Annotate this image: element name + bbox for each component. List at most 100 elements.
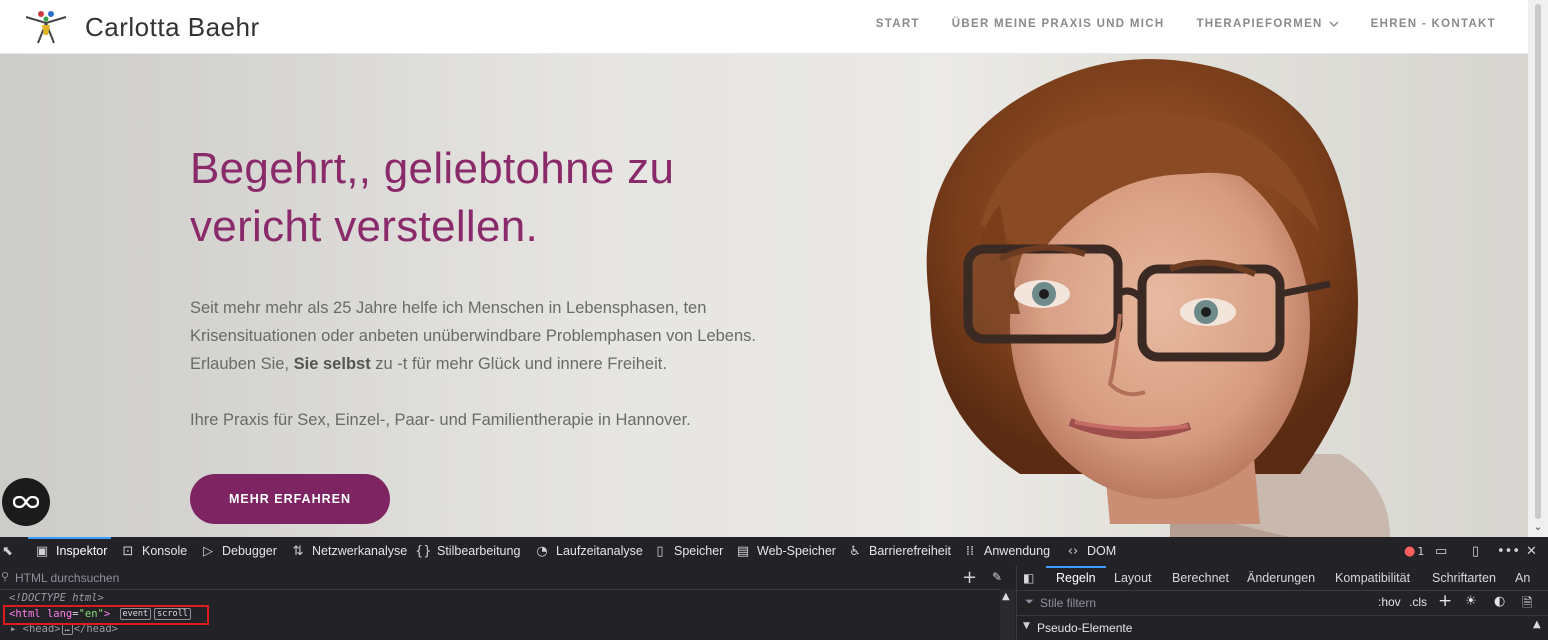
tab-debugger[interactable]: ▷ Debugger xyxy=(200,537,277,565)
dock-side-icon[interactable]: ▯ xyxy=(1472,537,1479,565)
tab-anwendung-label: Anwendung xyxy=(984,544,1051,558)
eyedropper-icon[interactable]: ✎ xyxy=(992,570,1002,584)
hero-intro-line3-post: zu -t für mehr Glück und innere Freiheit… xyxy=(370,355,667,373)
tab-netzwerkanalyse[interactable]: ⇅ Netzwerkanalyse xyxy=(290,537,408,565)
nav-therapieformen[interactable]: THERAPIEFORMEN xyxy=(1196,18,1339,30)
hero-title-line1: Begehrt,, geliebtohne zu xyxy=(190,144,675,193)
light-mode-icon[interactable]: ☀ xyxy=(1465,594,1477,609)
tab-more[interactable]: An xyxy=(1515,566,1530,590)
infinity-icon xyxy=(13,495,39,509)
hero-practice-paragraph: Ihre Praxis für Sex, Einzel-, Paar- und … xyxy=(190,411,691,429)
network-icon: ⇅ xyxy=(292,543,304,559)
more-options-icon[interactable]: ••• xyxy=(1497,537,1520,565)
scroll-down-arrow-icon[interactable]: ⌄ xyxy=(1532,521,1544,533)
tab-stilbearbeitung[interactable]: {} Stilbearbeitung xyxy=(415,537,520,565)
main-nav: START ÜBER MEINE PRAXIS UND MICH THERAPI… xyxy=(876,18,1496,30)
html-search-input[interactable]: HTML durchsuchen xyxy=(15,571,119,585)
site-name[interactable]: Carlotta Baehr xyxy=(85,12,260,43)
add-rule-icon[interactable]: + xyxy=(1438,591,1452,611)
markup-scrollbar[interactable]: ▲ xyxy=(1000,589,1015,640)
dom-icon: ‹› xyxy=(1067,543,1079,559)
hov-toggle[interactable]: :hov xyxy=(1378,595,1401,609)
page-scrollbar[interactable]: ⌄ xyxy=(1528,0,1548,537)
styles-filter-row: ⏷ Stile filtern :hov .cls + ☀ ◐ 🗎 xyxy=(1017,591,1548,616)
tab-konsole[interactable]: ⊡ Konsole xyxy=(120,537,188,565)
hero-intro-line2: Krisensituationen oder anbeten unüberwin… xyxy=(190,327,756,345)
tab-inspektor-label: Inspektor xyxy=(56,544,108,558)
close-icon[interactable]: ✕ xyxy=(1526,537,1537,565)
hero-intro-line3-bold: Sie selbst xyxy=(293,355,371,373)
rules-tabs: ◧ Regeln Layout Berechnet Änderungen Kom… xyxy=(1017,566,1548,591)
expand-down-icon: ▼ xyxy=(1023,621,1030,631)
hero-title-line2: vericht verstellen. xyxy=(190,202,539,251)
element-picker-icon[interactable]: ⬉ xyxy=(2,537,13,565)
tab-barrierefreiheit[interactable]: ♿ Barrierefreiheit xyxy=(847,537,951,565)
tab-inspektor[interactable]: ▣ Inspektor xyxy=(27,537,112,565)
performance-icon: ◔ xyxy=(536,543,548,559)
storage-icon: ▤ xyxy=(736,543,750,559)
devtools-panel: ⬉ ▣ Inspektor ⊡ Konsole ▷ Debugger ⇅ Netzwer… xyxy=(0,537,1548,640)
rules-scroll-up-icon[interactable]: ▲ xyxy=(1533,619,1541,630)
print-media-icon[interactable]: 🗎 xyxy=(1522,594,1532,616)
nav-start[interactable]: START xyxy=(876,18,920,30)
tab-barrierefreiheit-label: Barrierefreiheit xyxy=(869,544,951,558)
annotation-highlight-box xyxy=(3,605,209,625)
scroll-up-icon[interactable]: ▲ xyxy=(1002,591,1010,602)
chevron-down-icon xyxy=(1329,21,1339,27)
tab-laufzeitanalyse[interactable]: ◔ Laufzeitanalyse xyxy=(534,537,643,565)
memory-icon: ▯ xyxy=(656,543,664,559)
tab-web-speicher-label: Web-Speicher xyxy=(757,544,836,558)
accessibility-widget-button[interactable] xyxy=(2,478,50,526)
tab-kompatibilitaet[interactable]: Kompatibilität xyxy=(1335,566,1410,590)
tab-aenderungen[interactable]: Änderungen xyxy=(1247,566,1315,590)
tab-stilbearbeitung-label: Stilbearbeitung xyxy=(437,544,521,558)
error-icon: ● xyxy=(1404,543,1416,559)
tab-layout[interactable]: Layout xyxy=(1114,566,1152,590)
tab-speicher-label: Speicher xyxy=(674,544,724,558)
nav-ueber-mich[interactable]: ÜBER MEINE PRAXIS UND MICH xyxy=(952,18,1165,30)
pseudo-elements-label: Pseudo-Elemente xyxy=(1037,621,1133,635)
tab-berechnet[interactable]: Berechnet xyxy=(1172,566,1229,590)
error-indicator[interactable]: ● 1 xyxy=(1404,537,1424,565)
tab-konsole-label: Konsole xyxy=(142,544,188,558)
tab-anwendung[interactable]: ⁞⁞ Anwendung xyxy=(962,537,1050,565)
inspector-icon: ▣ xyxy=(35,543,49,559)
error-count: 1 xyxy=(1417,544,1425,558)
mehr-erfahren-button[interactable]: MEHR ERFAHREN xyxy=(190,474,390,524)
website-viewport: Begehrt,, geliebtohne zu vericht verstel… xyxy=(0,0,1528,537)
tab-dom-label: DOM xyxy=(1087,544,1117,558)
tab-web-speicher[interactable]: ▤ Web-Speicher xyxy=(735,537,836,565)
accessibility-icon: ♿ xyxy=(849,543,861,559)
devtools-toolbar: ⬉ ▣ Inspektor ⊡ Konsole ▷ Debugger ⇅ Netzwer… xyxy=(0,537,1548,567)
search-icon: ⚲ xyxy=(1,570,10,583)
doctype-line[interactable]: <!DOCTYPE html> xyxy=(9,592,104,604)
dark-mode-icon[interactable]: ◐ xyxy=(1494,594,1505,609)
add-node-icon[interactable]: + xyxy=(962,567,977,588)
filter-icon: ⏷ xyxy=(1025,595,1034,608)
cls-toggle[interactable]: .cls xyxy=(1409,595,1427,609)
hero-intro-line1: Seit mehr mehr als 25 Jahre helfe ich Me… xyxy=(190,299,707,317)
nav-kontakt[interactable]: EHREN - KONTAKT xyxy=(1371,18,1496,30)
application-icon: ⁞⁞ xyxy=(965,543,975,559)
tab-laufzeitanalyse-label: Laufzeitanalyse xyxy=(556,544,643,558)
tab-regeln[interactable]: Regeln xyxy=(1046,566,1106,590)
hero-section: Begehrt,, geliebtohne zu vericht verstel… xyxy=(0,54,1528,537)
console-icon: ⊡ xyxy=(122,543,134,559)
tab-speicher[interactable]: ▯ Speicher xyxy=(652,537,723,565)
markup-panel: ⚲ HTML durchsuchen + ✎ <!DOCTYPE html> <… xyxy=(0,566,1015,640)
page-scrollbar-thumb[interactable] xyxy=(1535,4,1541,519)
portrait-image xyxy=(926,59,1390,537)
hero-intro-line3-pre: Erlauben Sie, xyxy=(190,355,294,373)
toggle-sidebar-icon[interactable]: ◧ xyxy=(1023,566,1034,590)
tab-netzwerkanalyse-label: Netzwerkanalyse xyxy=(312,544,408,558)
hero-intro-paragraph: Seit mehr mehr als 25 Jahre helfe ich Me… xyxy=(190,294,810,378)
tab-schriftarten[interactable]: Schriftarten xyxy=(1432,566,1496,590)
hero-title: Begehrt,, geliebtohne zu vericht verstel… xyxy=(190,140,750,256)
tab-dom[interactable]: ‹› DOM xyxy=(1065,537,1116,565)
styles-filter-input[interactable]: Stile filtern xyxy=(1040,596,1096,610)
split-console-icon[interactable]: ▭ xyxy=(1435,537,1447,565)
debugger-icon: ▷ xyxy=(203,543,213,559)
html-search-row: ⚲ HTML durchsuchen + ✎ xyxy=(0,566,1015,590)
pseudo-elements-row[interactable]: ▼ Pseudo-Elemente ▲ xyxy=(1017,616,1548,640)
logo-icon[interactable] xyxy=(24,9,68,45)
